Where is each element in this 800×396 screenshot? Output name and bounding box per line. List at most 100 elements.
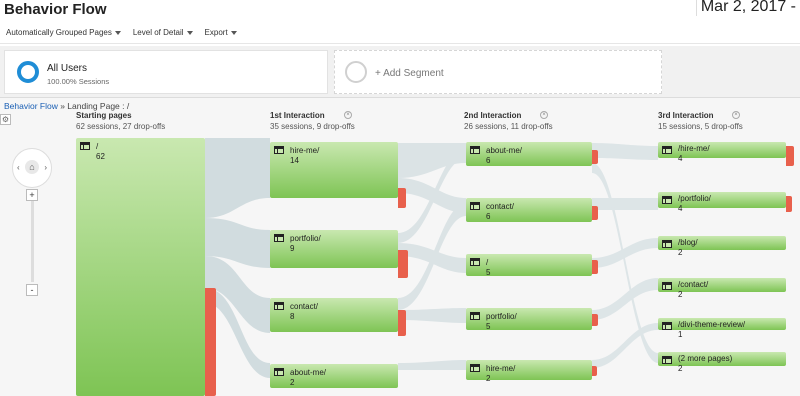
node-count: 6 [486, 156, 491, 165]
node-third-contact[interactable]: /contact/ 2 [658, 278, 786, 299]
node-name: /blog/ [678, 238, 698, 247]
dropoff-bar[interactable] [592, 314, 598, 326]
dropoff-bar[interactable] [592, 150, 598, 164]
page-icon [470, 312, 480, 320]
date-range-picker[interactable]: Mar 2, 2017 - [695, 0, 800, 16]
column-stats: 35 sessions, 9 drop-offs [270, 122, 355, 131]
home-icon[interactable]: ⌂ [25, 160, 39, 174]
page-icon [470, 202, 480, 210]
pan-right-icon[interactable]: › [44, 163, 47, 172]
node-name: contact/ [486, 202, 515, 211]
column-header-3rd: 3rd Interaction 15 sessions, 5 drop-offs [658, 111, 743, 131]
pan-control[interactable]: ‹ ⌂ › [12, 148, 52, 188]
dropoff-bar[interactable] [786, 146, 794, 166]
flow-link [205, 138, 270, 218]
page-icon [470, 258, 480, 266]
node-first-portfolio[interactable]: portfolio/ 9 [270, 230, 398, 268]
flow-link [398, 360, 466, 370]
segment-ring-icon [17, 61, 39, 83]
breadcrumb-current: » Landing Page : / [57, 101, 130, 111]
flow-link [398, 308, 466, 323]
dropoff-bar[interactable] [205, 288, 216, 396]
empty-segment-ring-icon [345, 61, 367, 83]
node-third-hire-me[interactable]: /hire-me/ 4 [658, 142, 786, 163]
zoom-out-button[interactable]: - [26, 284, 38, 296]
node-first-hire-me[interactable]: hire-me/ 14 [270, 142, 398, 198]
page-icon [274, 146, 284, 154]
node-count: 62 [96, 152, 105, 161]
dropoff-bar[interactable] [398, 310, 406, 336]
export-label: Export [204, 28, 228, 37]
node-name: /portfolio/ [678, 194, 711, 203]
dropoff-bar[interactable] [398, 188, 406, 208]
node-count: 9 [290, 244, 295, 253]
node-second-contact[interactable]: contact/ 6 [466, 198, 592, 222]
gear-icon[interactable]: ⚙ [0, 114, 11, 125]
chevron-down-icon [114, 30, 121, 35]
node-third-divi-theme-review[interactable]: /divi-theme-review/ 1 [658, 318, 786, 339]
grouping-dropdown[interactable]: Automatically Grouped Pages [0, 28, 127, 37]
node-count: 8 [290, 312, 295, 321]
behavior-flow-canvas[interactable]: Behavior Flow » Landing Page : / ⚙ Start… [0, 98, 800, 396]
chevron-down-icon [186, 30, 193, 35]
dropoff-bar[interactable] [592, 260, 598, 274]
page-icon [662, 322, 672, 330]
add-segment-button[interactable]: + Add Segment [334, 50, 662, 94]
close-column-icon[interactable]: × [344, 111, 352, 119]
node-third-more-pages[interactable]: (2 more pages) 2 [658, 352, 786, 373]
flow-link [592, 198, 658, 210]
dropoff-bar[interactable] [398, 250, 408, 278]
node-name: contact/ [290, 302, 319, 311]
page-icon [662, 146, 672, 154]
node-start-root[interactable]: / 62 [76, 138, 205, 396]
grouping-label: Automatically Grouped Pages [6, 28, 112, 37]
column-stats: 62 sessions, 27 drop-offs [76, 122, 166, 131]
node-name: /divi-theme-review/ [678, 320, 746, 329]
flow-link [592, 278, 658, 320]
node-first-contact[interactable]: contact/ 8 [270, 298, 398, 332]
close-column-icon[interactable]: × [540, 111, 548, 119]
node-count: 5 [486, 322, 491, 331]
node-first-about-me[interactable]: about-me/ 2 [270, 364, 398, 388]
flow-link [592, 143, 658, 160]
chevron-down-icon [230, 30, 237, 35]
column-title: Starting pages [76, 111, 132, 120]
zoom-slider-track[interactable] [31, 196, 34, 282]
segment-bar: All Users 100.00% Sessions + Add Segment [0, 46, 800, 98]
node-name: /hire-me/ [678, 144, 710, 153]
node-third-blog[interactable]: /blog/ 2 [658, 236, 786, 257]
page-icon [470, 146, 480, 154]
zoom-in-button[interactable]: + [26, 189, 38, 201]
node-count: 14 [290, 156, 299, 165]
page-icon [274, 302, 284, 310]
node-count: 6 [486, 212, 491, 221]
dropoff-bar[interactable] [592, 366, 597, 376]
node-name: / [486, 258, 489, 267]
level-of-detail-dropdown[interactable]: Level of Detail [127, 28, 199, 37]
page-icon [662, 196, 672, 204]
page-icon [80, 142, 90, 150]
page-icon [662, 282, 672, 290]
column-title: 1st Interaction [270, 111, 325, 120]
add-segment-label: + Add Segment [375, 68, 444, 79]
node-count: 2 [290, 378, 295, 387]
node-count: 2 [678, 248, 683, 257]
breadcrumb-link[interactable]: Behavior Flow [4, 101, 58, 111]
node-name: about-me/ [486, 146, 523, 155]
column-header-starting: Starting pages 62 sessions, 27 drop-offs [76, 111, 165, 131]
segment-all-users[interactable]: All Users 100.00% Sessions [4, 50, 328, 94]
node-second-about-me[interactable]: about-me/ 6 [466, 142, 592, 166]
dropoff-bar[interactable] [786, 196, 792, 212]
node-second-hire-me[interactable]: hire-me/ 2 [466, 360, 592, 383]
node-name: about-me/ [290, 368, 327, 377]
dropoff-bar[interactable] [592, 206, 598, 220]
node-third-portfolio[interactable]: /portfolio/ 4 [658, 192, 786, 213]
node-name: hire-me/ [290, 146, 320, 155]
export-dropdown[interactable]: Export [199, 28, 243, 37]
node-name: portfolio/ [290, 234, 321, 243]
close-column-icon[interactable]: × [732, 111, 740, 119]
node-second-portfolio[interactable]: portfolio/ 5 [466, 308, 592, 331]
node-second-root[interactable]: / 5 [466, 254, 592, 277]
pan-left-icon[interactable]: ‹ [17, 163, 20, 172]
node-name: portfolio/ [486, 312, 517, 321]
